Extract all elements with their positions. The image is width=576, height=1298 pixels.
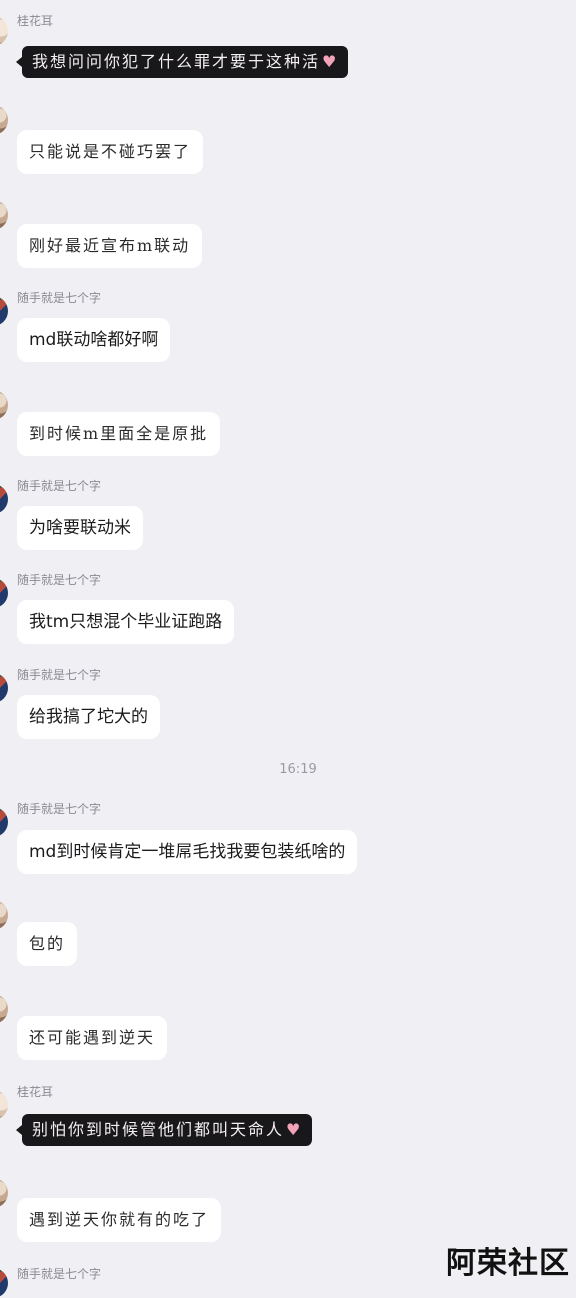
- sender-name: 桂花耳: [17, 1085, 54, 1099]
- message-bubble[interactable]: 给我搞了坨大的: [17, 695, 160, 739]
- avatar[interactable]: [0, 390, 8, 420]
- message-bubble[interactable]: 还可能遇到逆天: [17, 1016, 168, 1060]
- avatar[interactable]: [0, 994, 8, 1024]
- message-text: 为啥要联动米: [29, 518, 131, 538]
- message-text: 遇到逆天你就有的吃了: [29, 1210, 210, 1229]
- sender-name: 随手就是七个字: [17, 479, 102, 493]
- avatar[interactable]: [0, 296, 8, 326]
- avatar[interactable]: [0, 1268, 8, 1298]
- sender-name: 随手就是七个字: [17, 1267, 102, 1281]
- avatar[interactable]: [0, 673, 8, 703]
- message-text: md到时候肯定一堆屌毛找我要包装纸啥的: [29, 842, 346, 862]
- message-bubble[interactable]: 刚好最近宣布m联动: [17, 224, 203, 268]
- message-bubble[interactable]: 为啥要联动米: [17, 506, 143, 550]
- message-bubble[interactable]: 遇到逆天你就有的吃了: [17, 1198, 222, 1242]
- message-text: 到时候m里面全是原批: [29, 424, 209, 443]
- message-text: 只能说是不碰巧罢了: [29, 142, 192, 161]
- message-text: 还可能遇到逆天: [29, 1028, 156, 1047]
- message-bubble[interactable]: 到时候m里面全是原批: [17, 412, 221, 456]
- message-bubble[interactable]: md到时候肯定一堆屌毛找我要包装纸啥的: [17, 830, 358, 874]
- avatar[interactable]: [0, 1178, 8, 1208]
- avatar[interactable]: [0, 484, 8, 514]
- message-bubble[interactable]: 只能说是不碰巧罢了: [17, 130, 204, 174]
- message-text: 刚好最近宣布m联动: [29, 236, 191, 255]
- sender-name: 随手就是七个字: [17, 573, 102, 587]
- avatar[interactable]: [0, 16, 8, 46]
- avatar[interactable]: [0, 1090, 8, 1120]
- sender-name: 随手就是七个字: [17, 668, 102, 682]
- message-text: 我想问问你犯了什么罪才要于这种活: [32, 52, 321, 71]
- message-text: 给我搞了坨大的: [29, 707, 148, 727]
- watermark-logo: 阿荣社区: [446, 1246, 570, 1281]
- message-bubble[interactable]: 我tm只想混个毕业证跑路: [17, 600, 235, 644]
- message-text: 包的: [29, 934, 66, 953]
- message-text: 别怕你到时候管他们都叫天命人: [32, 1120, 285, 1139]
- message-bubble[interactable]: 别怕你到时候管他们都叫天命人 ♥: [15, 1114, 313, 1146]
- message-bubble[interactable]: 包的: [17, 922, 78, 966]
- timestamp-divider: 16:19: [279, 762, 317, 777]
- avatar[interactable]: [0, 200, 8, 230]
- message-bubble[interactable]: 我想问问你犯了什么罪才要于这种活 ♥: [15, 46, 349, 78]
- avatar[interactable]: [0, 578, 8, 608]
- sender-name: 随手就是七个字: [17, 802, 102, 816]
- message-text: md联动啥都好啊: [29, 330, 159, 350]
- sender-name: 桂花耳: [17, 14, 54, 28]
- avatar[interactable]: [0, 900, 8, 930]
- message-text: 我tm只想混个毕业证跑路: [29, 612, 223, 632]
- sender-name: 随手就是七个字: [17, 291, 102, 305]
- avatar[interactable]: [0, 807, 8, 837]
- heart-icon: ♥: [286, 1120, 303, 1139]
- message-bubble[interactable]: md联动啥都好啊: [17, 318, 171, 362]
- heart-icon: ♥: [322, 52, 339, 71]
- avatar[interactable]: [0, 105, 8, 135]
